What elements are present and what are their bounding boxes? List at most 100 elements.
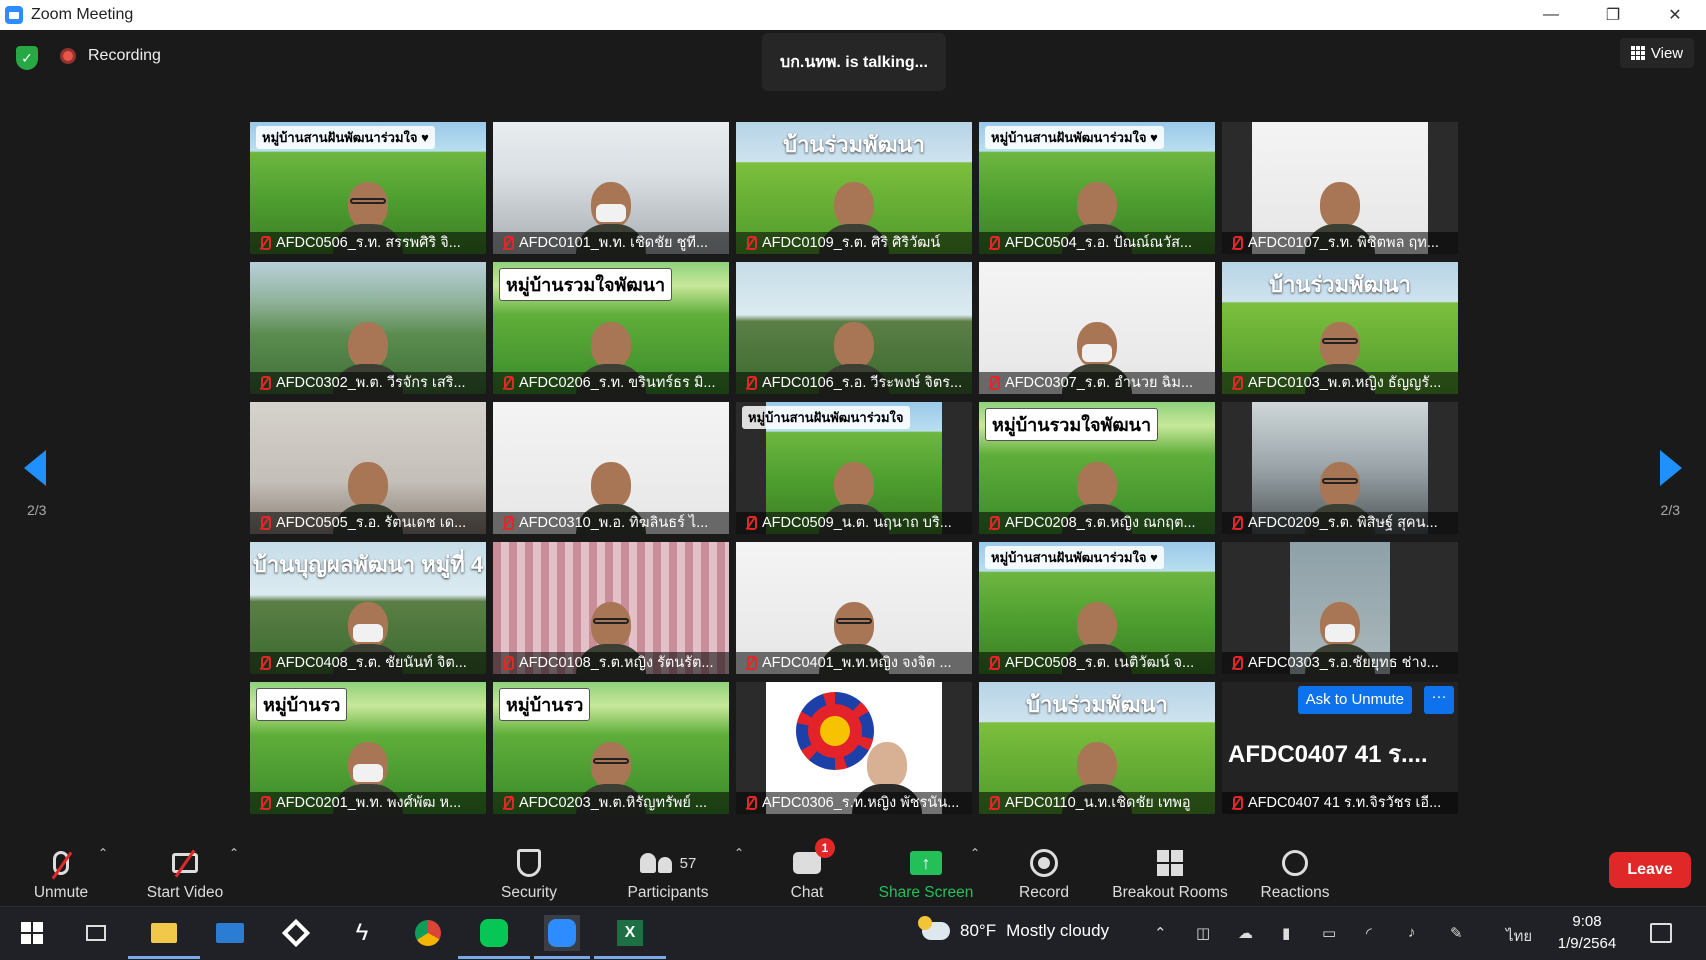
encryption-shield-icon[interactable]: ✓ xyxy=(16,46,38,70)
record-button[interactable]: Record xyxy=(1016,842,1072,902)
participant-tile[interactable]: AFDC0505_ร.อ. รัตนเดช เด... xyxy=(250,402,486,534)
meet-now-icon[interactable]: ◫ xyxy=(1196,924,1210,942)
microphone-in-use-icon[interactable]: ▮ xyxy=(1282,924,1290,942)
previous-page-arrow-icon[interactable] xyxy=(24,450,46,486)
participant-tile[interactable]: AFDC0108_ร.ต.หญิง รัตนรัต... xyxy=(493,542,729,674)
ask-to-unmute-button[interactable]: Ask to Unmute xyxy=(1297,686,1412,714)
participant-tile[interactable]: AFDC0106_ร.อ. วีระพงษ์ จิตร... xyxy=(736,262,972,394)
meeting-topbar: ✓ Recording บก.นทพ. is talking... View xyxy=(0,30,1706,91)
participant-tile[interactable]: AFDC0302_พ.ต. วีรจักร เสริ... xyxy=(250,262,486,394)
virtual-background-banner: หมู่บ้านสานฝันพัฒนาร่วมใจ ♥ xyxy=(985,126,1164,149)
virtual-background-banner: หมู่บ้านสานฝันพัฒนาร่วมใจ ♥ xyxy=(985,546,1164,569)
participant-name-label: AFDC0506_ร.ท. สรรพศิริ จิ... xyxy=(250,232,486,254)
start-video-label: Start Video xyxy=(146,884,224,901)
recording-label[interactable]: Recording xyxy=(88,47,161,65)
muted-mic-icon xyxy=(499,375,515,391)
security-button[interactable]: Security xyxy=(494,842,564,902)
taskbar-excel[interactable]: X xyxy=(594,915,666,959)
partly-cloudy-icon xyxy=(918,916,950,940)
muted-mic-icon xyxy=(256,235,272,251)
meeting-toolbar: Unmute ⌃ Start Video ⌃ Security 57 Parti… xyxy=(0,832,1706,906)
participant-tile[interactable]: AFDC0307_ร.ต. อำนวย ฉิม... xyxy=(979,262,1215,394)
next-page-arrow-icon[interactable] xyxy=(1660,450,1682,486)
notifications-icon[interactable] xyxy=(1650,923,1672,943)
muted-mic-icon xyxy=(499,795,515,811)
taskbar-zoom[interactable] xyxy=(534,915,590,959)
weather-widget[interactable]: 80°F Mostly cloudy xyxy=(918,916,1109,941)
onedrive-cloud-icon[interactable]: ☁ xyxy=(1238,924,1253,942)
participant-name-label: AFDC0505_ร.อ. รัตนเดช เด... xyxy=(250,512,486,534)
participant-tile[interactable]: AFDC0306_ร.ท.หญิง พัชรนัน... xyxy=(736,682,972,814)
participant-tile[interactable]: บ้านร่วมพัฒนา AFDC0110_น.ท.เชิดชัย เทพอู xyxy=(979,682,1215,814)
participant-name-label: AFDC0209_ร.ต. พิสิษฐ์ สุคน... xyxy=(1222,512,1458,534)
chat-label: Chat xyxy=(790,884,824,901)
participant-tile[interactable]: บ้านร่วมพัฒนา AFDC0103_พ.ต.หญิง ธัญญรั... xyxy=(1222,262,1458,394)
muted-mic-icon xyxy=(499,235,515,251)
start-video-button[interactable]: Start Video xyxy=(140,842,230,902)
participant-tile[interactable]: AFDC0401_พ.ท.หญิง จงจิต ... xyxy=(736,542,972,674)
participant-tile[interactable]: หมู่บ้านรวมใจพัฒนา AFDC0208_ร.ต.หญิง ณกฤต… xyxy=(979,402,1215,534)
muted-mic-icon xyxy=(256,655,272,671)
participant-tile[interactable]: AFDC0310_พ.อ. ทิฆลินธร์ ไ... xyxy=(493,402,729,534)
pen-ink-icon[interactable]: ✎ xyxy=(1450,924,1463,942)
more-options-button[interactable]: ··· xyxy=(1424,686,1454,714)
participant-tile[interactable]: AFDC0101_พ.ท. เชิดชัย ชูที... xyxy=(493,122,729,254)
video-options-caret-icon[interactable]: ⌃ xyxy=(229,846,239,860)
participant-tile[interactable]: AFDC0107_ร.ท. พิชิตพล ฤท... xyxy=(1222,122,1458,254)
participant-tile[interactable]: หมู่บ้านสานฝันพัฒนาร่วมใจ ♥ AFDC0506_ร.ท.… xyxy=(250,122,486,254)
participant-tile[interactable]: หมู่บ้านรวมใจพัฒนา AFDC0206_ร.ท. ขรินทร์ธ… xyxy=(493,262,729,394)
window-title: Zoom Meeting xyxy=(31,6,134,23)
virtual-background-banner: หมู่บ้านรว xyxy=(256,688,348,721)
participant-name-label: AFDC0401_พ.ท.หญิง จงจิต ... xyxy=(736,652,972,674)
participant-tile[interactable]: AFDC0209_ร.ต. พิสิษฐ์ สุคน... xyxy=(1222,402,1458,534)
weather-temperature: 80°F xyxy=(960,921,997,940)
taskbar-file-explorer[interactable] xyxy=(128,915,200,959)
record-label: Record xyxy=(1019,884,1069,901)
grid-view-icon xyxy=(1630,46,1645,60)
participant-tile[interactable]: หมู่บ้านสานฝันพัฒนาร่วมใจ AFDC0509_น.ต. น… xyxy=(736,402,972,534)
battery-icon[interactable]: ▭ xyxy=(1322,924,1336,942)
participant-name-label: AFDC0103_พ.ต.หญิง ธัญญรั... xyxy=(1222,372,1458,394)
share-options-caret-icon[interactable]: ⌃ xyxy=(970,846,980,860)
share-screen-button[interactable]: ↑ Share Screen xyxy=(876,842,976,902)
taskbar-bolt-app[interactable]: ϟ xyxy=(344,915,380,951)
wifi-icon[interactable]: ◜ xyxy=(1366,924,1372,942)
taskbar-dropbox[interactable] xyxy=(278,915,314,951)
leave-button[interactable]: Leave xyxy=(1609,852,1691,888)
participant-tile[interactable]: หมู่บ้านสานฝันพัฒนาร่วมใจ ♥ AFDC0508_ร.ต.… xyxy=(979,542,1215,674)
participant-tile[interactable]: บ้านร่วมพัฒนา AFDC0109_ร.ต. ศิริ ศิริวัฒน… xyxy=(736,122,972,254)
taskbar-line[interactable] xyxy=(458,915,530,959)
participant-tile[interactable]: หมู่บ้านรว AFDC0203_พ.ต.หิรัญทรัพย์ ... xyxy=(493,682,729,814)
muted-mic-icon xyxy=(985,655,1001,671)
taskbar-mail[interactable] xyxy=(212,915,248,951)
system-clock[interactable]: 9:08 1/9/2564 xyxy=(1552,911,1622,955)
participant-tile[interactable]: หมู่บ้านสานฝันพัฒนาร่วมใจ ♥ AFDC0504_ร.อ.… xyxy=(979,122,1215,254)
taskbar-chrome[interactable] xyxy=(410,915,446,951)
input-language[interactable]: ไทย xyxy=(1506,924,1532,948)
muted-mic-icon xyxy=(499,655,515,671)
start-button[interactable] xyxy=(14,915,50,951)
participants-caret-icon[interactable]: ⌃ xyxy=(734,846,744,860)
view-button[interactable]: View xyxy=(1620,38,1694,68)
volume-icon[interactable]: ♪ xyxy=(1408,924,1416,941)
unmute-label: Unmute xyxy=(33,884,89,901)
minimize-button[interactable]: — xyxy=(1520,0,1582,30)
unmute-button[interactable]: Unmute xyxy=(30,842,92,902)
reactions-button[interactable]: Reactions xyxy=(1256,842,1334,902)
muted-mic-icon xyxy=(1228,235,1244,251)
task-view-button[interactable] xyxy=(78,915,114,951)
breakout-rooms-icon xyxy=(1157,850,1183,876)
audio-options-caret-icon[interactable]: ⌃ xyxy=(98,846,108,860)
virtual-background-banner: หมู่บ้านรวมใจพัฒนา xyxy=(499,268,673,301)
participant-tile[interactable]: หมู่บ้านรว AFDC0201_พ.ท. พงศ์พัฒ ห... xyxy=(250,682,486,814)
participant-tile[interactable]: AFDC0407 41 ร.... Ask to Unmute ··· AFDC040… xyxy=(1222,682,1458,814)
participants-button[interactable]: 57 Participants xyxy=(618,842,718,902)
participant-tile[interactable]: บ้านบุญผลพัฒนา หมู่ที่ 4 AFDC0408_ร.ต. ชั… xyxy=(250,542,486,674)
restore-button[interactable]: ❐ xyxy=(1582,0,1644,30)
muted-mic-icon xyxy=(1228,655,1244,671)
breakout-rooms-button[interactable]: Breakout Rooms xyxy=(1108,842,1232,902)
show-hidden-icons-chevron-icon[interactable]: ⌃ xyxy=(1154,924,1167,942)
close-button[interactable]: ✕ xyxy=(1644,0,1706,30)
participant-tile[interactable]: AFDC0303_ร.อ.ชัยยุทธ ช่าง... xyxy=(1222,542,1458,674)
chat-button[interactable]: 1 Chat xyxy=(784,838,835,902)
